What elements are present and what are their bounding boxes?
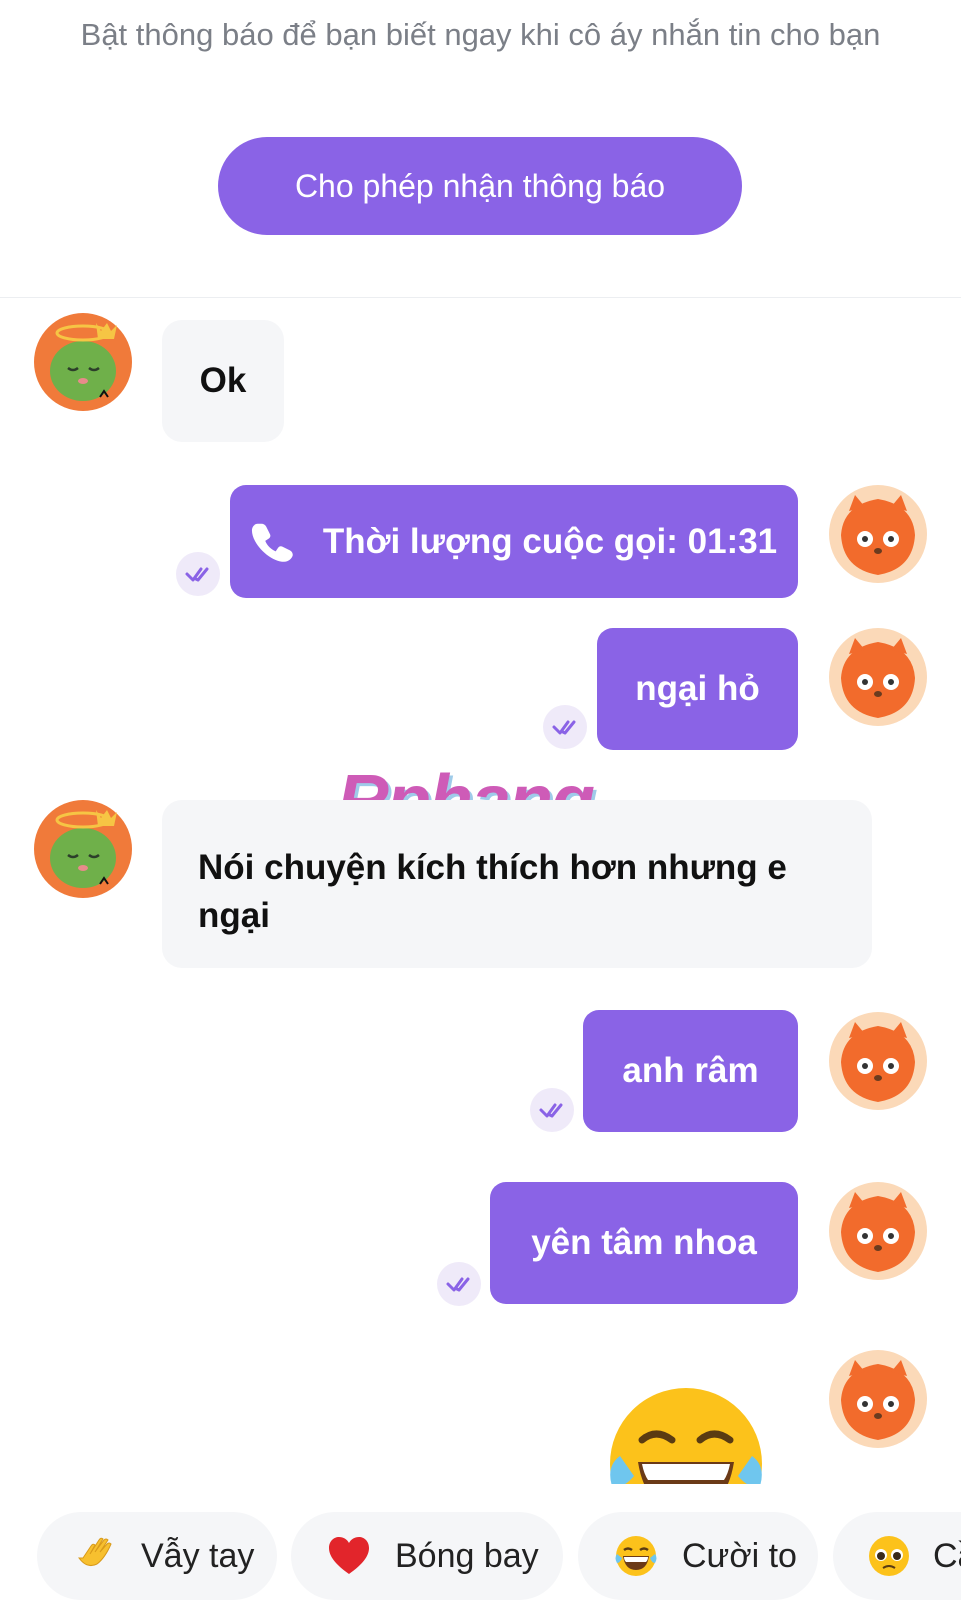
message-text: Thời lượng cuộc gọi: 01:31: [322, 521, 778, 561]
contact-avatar[interactable]: [34, 313, 132, 411]
fox-avatar-icon: [829, 1012, 927, 1110]
chip-label: Bóng bay: [395, 1536, 539, 1575]
contact-avatar[interactable]: [34, 800, 132, 898]
heart-icon: [325, 1532, 373, 1580]
chip-label: Vẫy tay: [141, 1536, 255, 1575]
fox-avatar-icon: [829, 485, 927, 583]
outgoing-message[interactable]: yên tâm nhoa: [490, 1182, 798, 1304]
chip-label: Cười to: [682, 1536, 797, 1575]
notification-text: Bật thông báo để bạn biết ngay khi cô áy…: [80, 17, 881, 52]
my-avatar[interactable]: [829, 628, 927, 726]
incoming-message[interactable]: Ok: [162, 320, 284, 442]
read-receipt-icon: [176, 552, 220, 596]
read-receipt-icon: [543, 705, 587, 749]
pleading-emoji-icon: [867, 1532, 911, 1580]
quick-reply-balloon[interactable]: Bóng bay: [291, 1512, 563, 1600]
call-duration-message[interactable]: Thời lượng cuộc gọi: 01:31: [230, 485, 798, 598]
dragon-avatar-icon: [34, 313, 132, 411]
quick-reply-plead[interactable]: Cầ: [833, 1512, 961, 1600]
my-avatar[interactable]: [829, 485, 927, 583]
laughing-tears-emoji-icon[interactable]: [606, 1382, 766, 1484]
fox-avatar-icon: [829, 628, 927, 726]
my-avatar[interactable]: [829, 1012, 927, 1110]
outgoing-message[interactable]: anh râm: [583, 1010, 798, 1132]
read-receipt-icon: [530, 1088, 574, 1132]
quick-reply-laugh[interactable]: Cười to: [578, 1512, 818, 1600]
waving-hand-icon: [71, 1532, 119, 1580]
read-receipt-icon: [437, 1262, 481, 1306]
outgoing-message[interactable]: ngại hỏ: [597, 628, 798, 750]
phone-icon: [251, 520, 295, 564]
laughing-emoji-icon: [612, 1532, 660, 1580]
my-avatar[interactable]: [829, 1350, 927, 1448]
fox-avatar-icon: [829, 1350, 927, 1448]
incoming-message[interactable]: Nói chuyện kích thích hơn nhưng e ngại: [162, 800, 872, 968]
allow-notifications-button[interactable]: Cho phép nhận thông báo: [218, 137, 742, 235]
dragon-avatar-icon: [34, 800, 132, 898]
quick-reply-wave[interactable]: Vẫy tay: [37, 1512, 277, 1600]
divider: [0, 297, 961, 298]
my-avatar[interactable]: [829, 1182, 927, 1280]
message-text: Ok: [199, 361, 247, 400]
message-text: ngại hỏ: [635, 669, 760, 708]
message-text: yên tâm nhoa: [531, 1223, 757, 1262]
chip-label: Cầ: [933, 1536, 961, 1575]
fox-avatar-icon: [829, 1182, 927, 1280]
message-text: Nói chuyện kích thích hơn nhưng e ngại: [198, 848, 787, 935]
message-text: anh râm: [622, 1051, 759, 1090]
